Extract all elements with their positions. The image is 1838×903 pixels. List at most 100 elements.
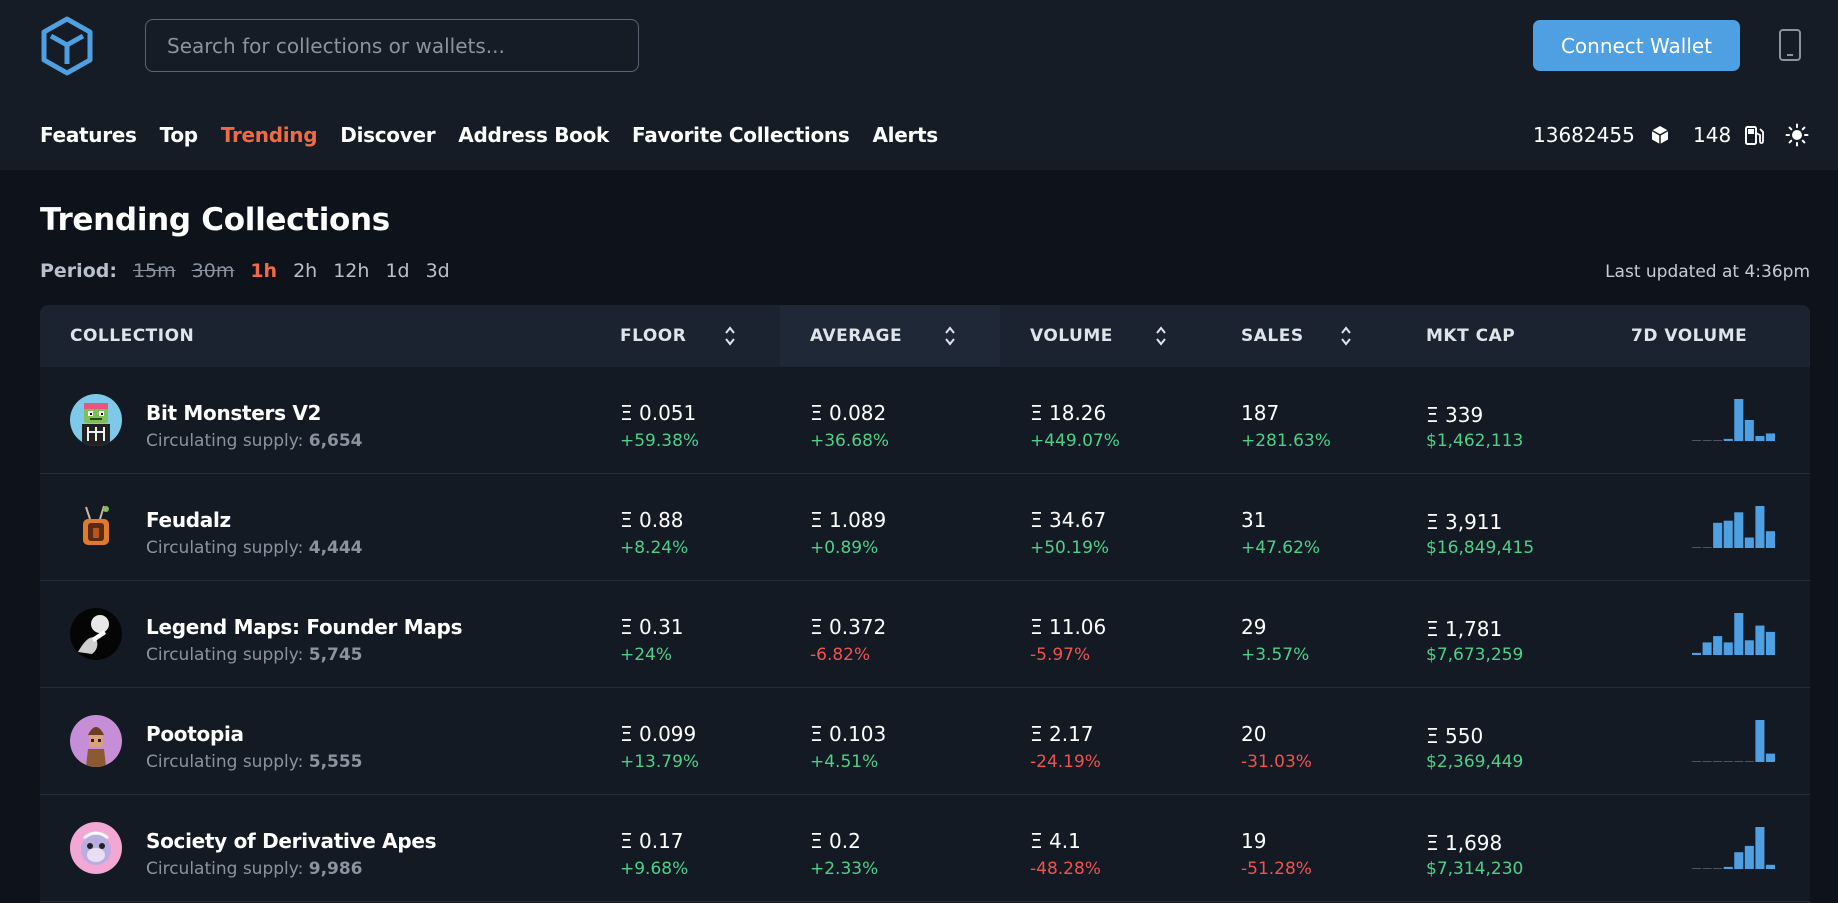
volume-value: Ξ 34.67 xyxy=(1030,508,1107,532)
sparkline-bar xyxy=(1692,652,1702,655)
volume-value: Ξ 4.1 xyxy=(1030,829,1081,853)
feudalz-avatar xyxy=(70,501,122,553)
top-bar: Connect Wallet Features Top Trending Dis… xyxy=(0,0,1838,170)
sort-icon[interactable] xyxy=(724,325,736,347)
sales-value: 187 xyxy=(1241,401,1280,425)
volume-change: -48.28% xyxy=(1030,859,1101,879)
table-row[interactable]: Bit Monsters V2 Circulating supply: 6,65… xyxy=(40,367,1810,474)
header-average-label: AVERAGE xyxy=(810,326,903,346)
average-value: Ξ 0.103 xyxy=(810,722,887,746)
floor-value: Ξ 0.17 xyxy=(620,829,684,853)
block-number-stat: 13682455 xyxy=(1533,120,1671,150)
sparkline-bar xyxy=(1702,440,1712,441)
period-12h[interactable]: 12h xyxy=(333,260,369,282)
supply-label: Circulating supply: xyxy=(146,859,304,879)
sparkline-bar xyxy=(1723,642,1733,655)
header-floor-label: FLOOR xyxy=(620,326,687,346)
circulating-supply: Circulating supply: 6,654 xyxy=(146,431,363,451)
header-sales-label: SALES xyxy=(1241,326,1304,346)
collection-name[interactable]: Pootopia xyxy=(146,722,244,746)
volume-value: Ξ 2.17 xyxy=(1030,722,1094,746)
nav-favorite-collections[interactable]: Favorite Collections xyxy=(632,123,850,147)
floor-value: Ξ 0.099 xyxy=(620,722,697,746)
sparkline-bar xyxy=(1734,512,1744,548)
sparkline-bar xyxy=(1734,761,1744,762)
floor-change: +59.38% xyxy=(620,431,700,451)
7d-volume-sparkline xyxy=(1692,506,1775,548)
collection-name[interactable]: Legend Maps: Founder Maps xyxy=(146,615,462,639)
period-2h[interactable]: 2h xyxy=(293,260,317,282)
mkt-cap-value: Ξ 550 xyxy=(1426,724,1484,748)
volume-change: -24.19% xyxy=(1030,752,1101,772)
average-value: Ξ 0.372 xyxy=(810,615,887,639)
sort-icon[interactable] xyxy=(1340,325,1352,347)
mkt-cap-usd: $2,369,449 xyxy=(1426,752,1524,772)
search-input[interactable] xyxy=(145,19,639,72)
sales-change: +3.57% xyxy=(1241,645,1310,665)
nav-trending[interactable]: Trending xyxy=(221,123,318,147)
collection-name[interactable]: Bit Monsters V2 xyxy=(146,401,321,425)
table-row[interactable]: Feudalz Circulating supply: 4,444 Ξ 0.88… xyxy=(40,474,1810,581)
nav-top[interactable]: Top xyxy=(160,123,198,147)
nav-address-book[interactable]: Address Book xyxy=(458,123,609,147)
circulating-supply: Circulating supply: 5,555 xyxy=(146,752,363,772)
sparkline-bar xyxy=(1744,537,1754,548)
volume-change: +50.19% xyxy=(1030,538,1110,558)
header-average[interactable]: AVERAGE xyxy=(780,305,1000,367)
supply-value: 5,745 xyxy=(308,645,363,665)
mkt-cap-usd: $1,462,113 xyxy=(1426,431,1524,451)
header-collection: COLLECTION xyxy=(70,326,195,346)
floor-change: +13.79% xyxy=(620,752,700,772)
table-row[interactable]: Society of Derivative Apes Circulating s… xyxy=(40,795,1810,902)
period-15m: 15m xyxy=(132,260,176,282)
connect-wallet-button[interactable]: Connect Wallet xyxy=(1533,20,1740,71)
gas-price-stat: 148 xyxy=(1693,120,1765,150)
period-1d[interactable]: 1d xyxy=(385,260,409,282)
header-floor[interactable]: FLOOR xyxy=(620,305,770,367)
sales-change: +281.63% xyxy=(1241,431,1331,451)
sparkline-bar xyxy=(1713,761,1723,762)
sparkline-bar xyxy=(1755,720,1765,762)
period-3d[interactable]: 3d xyxy=(426,260,450,282)
circulating-supply: Circulating supply: 9,986 xyxy=(146,859,363,879)
sort-icon[interactable] xyxy=(1155,325,1167,347)
sales-value: 19 xyxy=(1241,829,1267,853)
mkt-cap-usd: $16,849,415 xyxy=(1426,538,1535,558)
7d-volume-sparkline xyxy=(1692,827,1775,869)
nav-alerts[interactable]: Alerts xyxy=(872,123,938,147)
sales-change: -51.28% xyxy=(1241,859,1312,879)
society-of-derivative-apes-avatar xyxy=(70,822,122,874)
sparkline-bar xyxy=(1755,435,1765,441)
average-change: +0.89% xyxy=(810,538,879,558)
volume-change: -5.97% xyxy=(1030,645,1091,665)
supply-label: Circulating supply: xyxy=(146,752,304,772)
volume-change: +449.07% xyxy=(1030,431,1120,451)
mkt-cap-value: Ξ 339 xyxy=(1426,403,1484,427)
pootopia-avatar xyxy=(70,715,122,767)
collection-name[interactable]: Feudalz xyxy=(146,508,231,532)
supply-label: Circulating supply: xyxy=(146,538,304,558)
sparkline-bar xyxy=(1702,868,1712,869)
sales-value: 31 xyxy=(1241,508,1267,532)
period-1h[interactable]: 1h xyxy=(250,260,277,282)
sparkline-bar xyxy=(1713,440,1723,441)
sun-icon[interactable] xyxy=(1785,123,1809,147)
sort-icon[interactable] xyxy=(944,325,956,347)
nav-discover[interactable]: Discover xyxy=(340,123,435,147)
gas-price: 148 xyxy=(1693,123,1732,147)
cube-logo-icon[interactable] xyxy=(38,15,96,77)
sparkline-bar xyxy=(1692,761,1702,762)
average-change: +4.51% xyxy=(810,752,879,772)
sparkline-bar xyxy=(1713,522,1723,548)
period-label: Period: xyxy=(40,260,117,282)
header-volume-label: VOLUME xyxy=(1030,326,1113,346)
mobile-phone-icon[interactable] xyxy=(1778,28,1802,62)
table-row[interactable]: Legend Maps: Founder Maps Circulating su… xyxy=(40,581,1810,688)
trending-table: COLLECTION FLOOR AVERAGE VOLUME SALES MK… xyxy=(40,305,1810,903)
average-value: Ξ 0.2 xyxy=(810,829,861,853)
sales-change: +47.62% xyxy=(1241,538,1321,558)
sparkline-bar xyxy=(1713,868,1723,869)
table-row[interactable]: Pootopia Circulating supply: 5,555 Ξ 0.0… xyxy=(40,688,1810,795)
nav-features[interactable]: Features xyxy=(40,123,137,147)
collection-name[interactable]: Society of Derivative Apes xyxy=(146,829,437,853)
